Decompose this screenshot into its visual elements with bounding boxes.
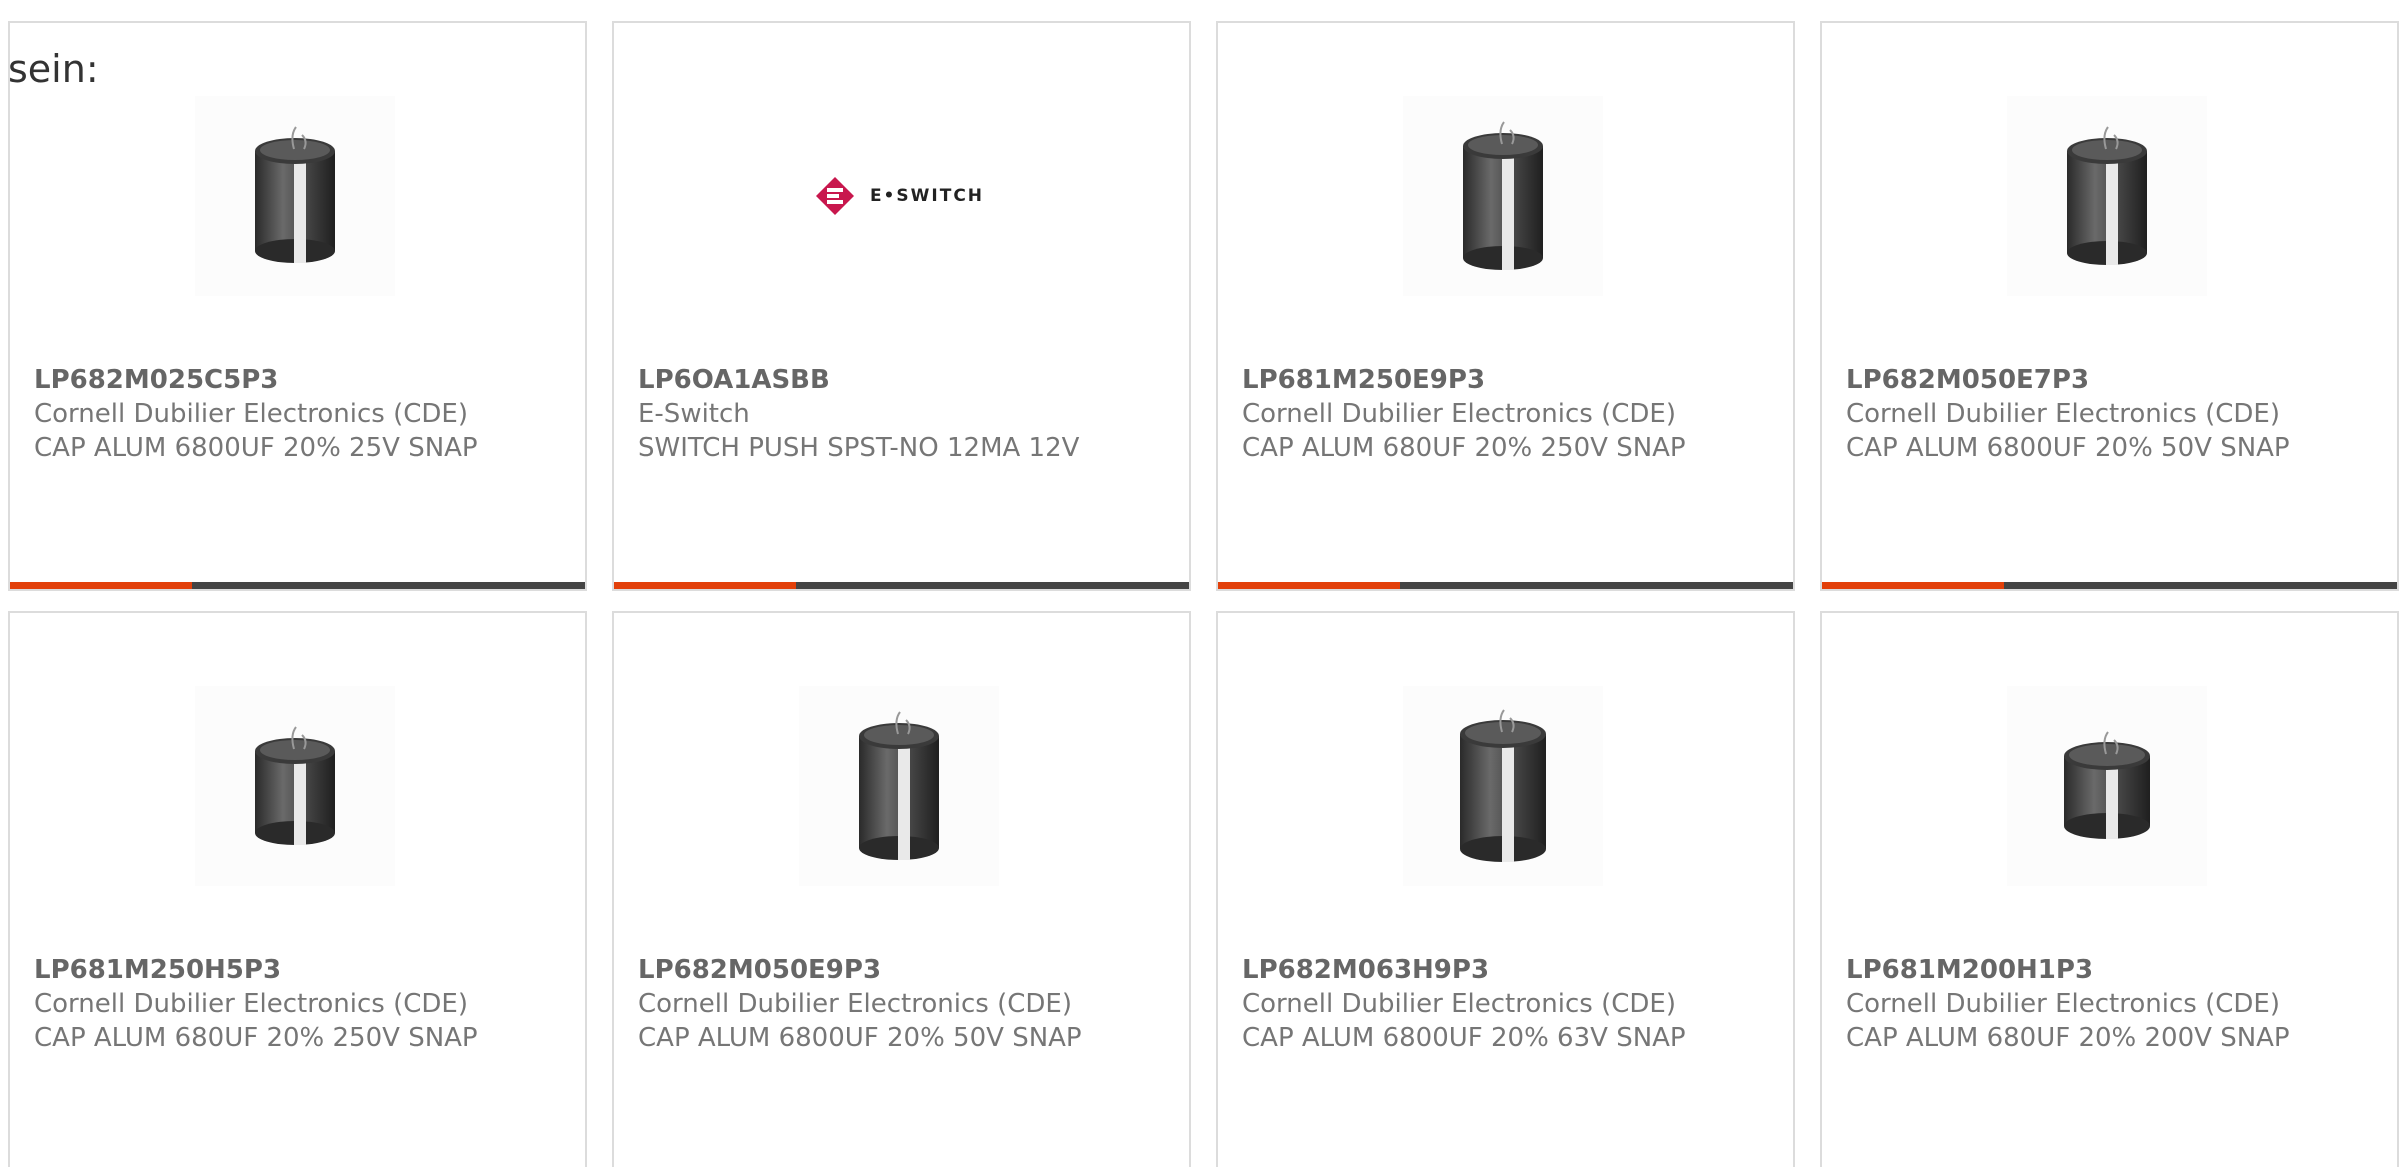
- manufacturer: Cornell Dubilier Electronics (CDE): [34, 399, 468, 429]
- description: CAP ALUM 680UF 20% 200V SNAP: [1846, 1023, 2290, 1053]
- description: SWITCH PUSH SPST-NO 12MA 12V: [638, 433, 1080, 463]
- product-card[interactable]: LP682M050E7P3 Cornell Dubilier Electroni…: [1820, 21, 2399, 591]
- product-info: LP681M250E9P3 Cornell Dubilier Electroni…: [1242, 363, 1772, 465]
- progress-bar-accent: [1218, 582, 1400, 589]
- page: sein: LP682M025C5P3 Cornell Dubilier Ele…: [0, 0, 2400, 1167]
- product-info: LP681M250H5P3 Cornell Dubilier Electroni…: [34, 953, 564, 1055]
- product-info: LP681M200H1P3 Cornell Dubilier Electroni…: [1846, 953, 2376, 1055]
- part-number[interactable]: LP682M050E7P3: [1846, 363, 2376, 397]
- product-image[interactable]: [195, 96, 395, 296]
- product-card[interactable]: LP682M063H9P3 Cornell Dubilier Electroni…: [1216, 611, 1795, 1167]
- description: CAP ALUM 6800UF 20% 50V SNAP: [1846, 433, 2290, 463]
- progress-bar: [614, 582, 1189, 589]
- part-number[interactable]: LP682M063H9P3: [1242, 953, 1772, 987]
- eswitch-logo-text: E•SWITCH: [869, 186, 985, 206]
- part-number[interactable]: LP682M050E9P3: [638, 953, 1168, 987]
- capacitor-icon: [1460, 708, 1546, 862]
- capacitor-icon: [255, 726, 335, 845]
- product-info: LP682M063H9P3 Cornell Dubilier Electroni…: [1242, 953, 1772, 1055]
- manufacturer: Cornell Dubilier Electronics (CDE): [1242, 399, 1676, 429]
- part-number[interactable]: LP682M025C5P3: [34, 363, 564, 397]
- product-image[interactable]: [2007, 96, 2207, 296]
- eswitch-logo: E•SWITCH: [814, 175, 984, 217]
- description: CAP ALUM 6800UF 20% 25V SNAP: [34, 433, 478, 463]
- product-image[interactable]: [1403, 96, 1603, 296]
- part-number[interactable]: LP681M250E9P3: [1242, 363, 1772, 397]
- progress-bar-accent: [1822, 582, 2004, 589]
- description: CAP ALUM 680UF 20% 250V SNAP: [1242, 433, 1686, 463]
- manufacturer: Cornell Dubilier Electronics (CDE): [1242, 989, 1676, 1019]
- progress-bar: [1218, 582, 1793, 589]
- manufacturer: Cornell Dubilier Electronics (CDE): [1846, 989, 2280, 1019]
- product-image[interactable]: E•SWITCH: [799, 96, 999, 296]
- capacitor-icon: [859, 711, 939, 860]
- manufacturer: E-Switch: [638, 399, 750, 429]
- progress-bar-accent: [614, 582, 796, 589]
- progress-bar-accent: [10, 582, 192, 589]
- manufacturer: Cornell Dubilier Electronics (CDE): [638, 989, 1072, 1019]
- product-card[interactable]: E•SWITCH LP6OA1ASBB E-Switch SWITCH PUSH…: [612, 21, 1191, 591]
- product-info: LP682M050E9P3 Cornell Dubilier Electroni…: [638, 953, 1168, 1055]
- manufacturer: Cornell Dubilier Electronics (CDE): [34, 989, 468, 1019]
- part-number[interactable]: LP6OA1ASBB: [638, 363, 1168, 397]
- product-image[interactable]: [2007, 686, 2207, 886]
- progress-bar: [1822, 582, 2397, 589]
- description: CAP ALUM 6800UF 20% 50V SNAP: [638, 1023, 1082, 1053]
- product-card[interactable]: LP681M200H1P3 Cornell Dubilier Electroni…: [1820, 611, 2399, 1167]
- product-info: LP682M050E7P3 Cornell Dubilier Electroni…: [1846, 363, 2376, 465]
- product-card[interactable]: LP682M050E9P3 Cornell Dubilier Electroni…: [612, 611, 1191, 1167]
- capacitor-icon: [255, 126, 335, 263]
- description: CAP ALUM 680UF 20% 250V SNAP: [34, 1023, 478, 1053]
- product-grid: LP682M025C5P3 Cornell Dubilier Electroni…: [8, 21, 2399, 1167]
- capacitor-icon: [2064, 731, 2150, 839]
- manufacturer: Cornell Dubilier Electronics (CDE): [1846, 399, 2280, 429]
- intro-text: sein:: [8, 47, 99, 91]
- eswitch-logo-icon: [815, 177, 854, 215]
- description: CAP ALUM 6800UF 20% 63V SNAP: [1242, 1023, 1686, 1053]
- product-card[interactable]: LP681M250H5P3 Cornell Dubilier Electroni…: [8, 611, 587, 1167]
- product-info: LP6OA1ASBB E-Switch SWITCH PUSH SPST-NO …: [638, 363, 1168, 465]
- capacitor-icon: [2067, 126, 2147, 265]
- product-card[interactable]: LP681M250E9P3 Cornell Dubilier Electroni…: [1216, 21, 1795, 591]
- product-info: LP682M025C5P3 Cornell Dubilier Electroni…: [34, 363, 564, 465]
- product-card[interactable]: LP682M025C5P3 Cornell Dubilier Electroni…: [8, 21, 587, 591]
- capacitor-icon: [1463, 121, 1543, 270]
- part-number[interactable]: LP681M200H1P3: [1846, 953, 2376, 987]
- product-image[interactable]: [1403, 686, 1603, 886]
- product-image[interactable]: [195, 686, 395, 886]
- product-image[interactable]: [799, 686, 999, 886]
- progress-bar: [10, 582, 585, 589]
- part-number[interactable]: LP681M250H5P3: [34, 953, 564, 987]
